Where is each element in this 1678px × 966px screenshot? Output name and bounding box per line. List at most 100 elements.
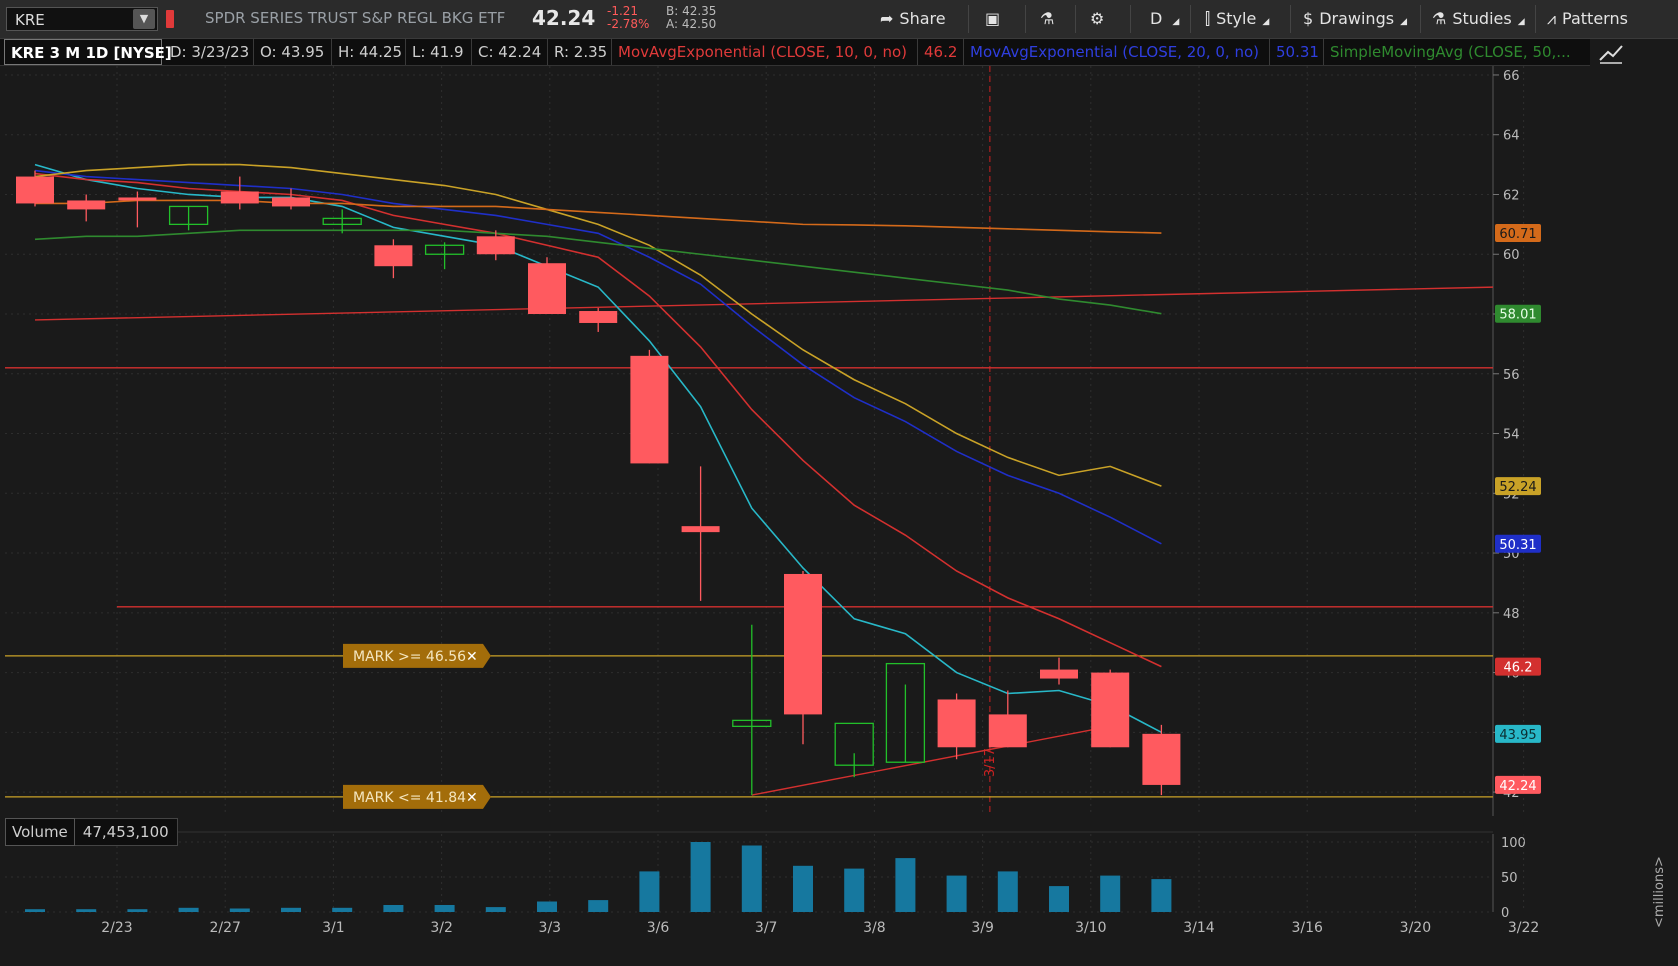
share-icon: ➦ [880,9,894,28]
volume-bar [997,871,1018,912]
volume-bar [537,901,557,912]
candle-body [16,176,54,204]
candle-body [528,263,566,315]
date-tick-label: 3/16 [1291,920,1323,936]
grid-icon: ▣ [985,9,1001,28]
ask-value: A: 42.50 [666,17,717,31]
chevron-down-icon: ◢ [1172,17,1180,27]
drawing-tools-icon[interactable] [1596,40,1626,66]
badge-value: 46.2 [1504,661,1533,676]
alert-tag-label: MARK <= 41.84 [353,790,466,806]
date-tick-label: 3/9 [971,920,994,936]
price-tick-label: 60 [1503,248,1520,263]
alert-tag-label: MARK >= 46.56 [353,649,466,665]
bar-open: O: 43.95 [254,39,332,65]
price-axis-badge: 58.01 [1495,304,1541,323]
chevron-down-icon: ◢ [1517,17,1525,27]
badge-value: 42.24 [1499,779,1536,794]
candle-body [476,236,515,255]
candles-icon: ⫿ [1205,9,1211,28]
volume-label[interactable]: Volume [5,818,75,846]
last-price: 42.24 [532,6,596,30]
close-icon[interactable]: ✕ [466,790,478,806]
badge-value: 52.24 [1499,480,1536,495]
symbol-dropdown-icon[interactable]: ▼ [133,9,155,29]
style-button[interactable]: ⫿ Style ◢ [1205,7,1269,31]
candle-body [272,197,310,207]
studies-lab-button[interactable]: ⚗ [1040,7,1060,31]
bar-close: C: 42.24 [472,39,548,65]
price-plot-bg [5,66,1493,816]
candle-body [630,355,669,464]
price-tick-label: 64 [1503,129,1520,144]
date-tick-label: 3/6 [647,920,670,936]
badge-value: 50.31 [1499,538,1536,553]
candle-body [988,714,1027,748]
price-change: -1.21 -2.78% [607,5,649,31]
date-tick-label: 3/22 [1508,920,1539,936]
volume-bar [25,909,45,912]
badge-value: 58.01 [1499,308,1536,323]
studies-button[interactable]: ⚗ Studies ◢ [1432,7,1525,31]
bid-ask: B: 42.35 A: 42.50 [666,5,716,31]
volume-tick-label: 0 [1501,906,1509,921]
candle-body [1040,669,1078,679]
period-button[interactable]: D ◢ [1150,7,1179,31]
date-tick-label: 3/2 [430,920,453,936]
volume-bar [588,900,609,912]
volume-bar [639,871,660,912]
trend-draw-icon [1599,45,1623,64]
chevron-down-icon: ◢ [1400,17,1407,27]
price-alert-marker[interactable]: MARK <= 41.84 ✕ [343,784,491,809]
chevron-down-icon: ◢ [1262,17,1270,27]
price-axis-badge: 60.71 [1495,224,1541,243]
ema10-study-value: 46.2 [918,39,964,65]
flask-icon: ⚗ [1040,9,1055,28]
volume-tick-label: 50 [1501,871,1518,886]
candle-body [118,197,157,201]
cursor-date-label: 3/17 [983,748,998,777]
flex-grid-button[interactable]: ▣ [985,7,1006,31]
price-chart[interactable]: 424446485052545658606264663/17MARK >= 46… [5,66,1590,966]
badge-value: 60.71 [1499,227,1536,242]
chart-toolbar: KRE ▼ SPDR SERIES TRUST S&P REGL BKG ETF… [0,0,1678,39]
volume-bar [485,907,506,912]
ema10-study-label[interactable]: MovAvgExponential (CLOSE, 10, 0, no) [612,39,918,65]
volume-bar [332,907,353,912]
volume-bar [1100,875,1121,912]
share-button[interactable]: ➦ Share [880,7,946,31]
volume-bar [76,909,97,912]
price-axis-badge: 50.31 [1495,534,1541,553]
volume-header: Volume 47,453,100 [5,818,178,846]
study-info-bar: KRE 3 M 1D [NYSE] D: 3/23/23 O: 43.95 H:… [0,39,1590,66]
drawings-button[interactable]: $ Drawings ◢ [1303,7,1407,31]
price-axis-badge: 42.24 [1495,775,1541,794]
sma50-study-label[interactable]: SimpleMovingAvg (CLOSE, 50,... [1324,39,1588,65]
bar-low: L: 41.9 [406,39,472,65]
patterns-button[interactable]: ⩘ Patterns [1547,7,1628,31]
bar-date: D: 3/23/23 [164,39,254,65]
price-axis-badge: 43.95 [1495,724,1541,743]
ema20-study-label[interactable]: MovAvgExponential (CLOSE, 20, 0, no) [964,39,1270,65]
bar-range: R: 2.35 [548,39,612,65]
candle-body [937,699,976,748]
candle-body [681,526,720,533]
price-axis-badge: 46.2 [1495,657,1541,676]
settings-button[interactable]: ⚙ [1090,7,1110,31]
date-tick-label: 3/7 [755,920,778,936]
volume-bar [895,858,916,912]
volume-bar [127,909,148,912]
chart-symbol-title[interactable]: KRE 3 M 1D [NYSE] [4,39,172,65]
badge-value: 43.95 [1499,728,1536,743]
date-tick-label: 3/3 [539,920,562,936]
symbol-description: SPDR SERIES TRUST S&P REGL BKG ETF [205,9,506,27]
close-icon[interactable]: ✕ [466,649,478,665]
candle-body [374,245,413,267]
volume-tick-label: 100 [1501,836,1526,851]
alert-flag-icon[interactable] [166,10,174,28]
price-alert-marker[interactable]: MARK >= 46.56 ✕ [343,643,491,668]
candle-body [784,573,822,715]
volume-bar [741,845,762,912]
candle-body [579,311,618,323]
gear-icon: ⚙ [1090,9,1105,28]
